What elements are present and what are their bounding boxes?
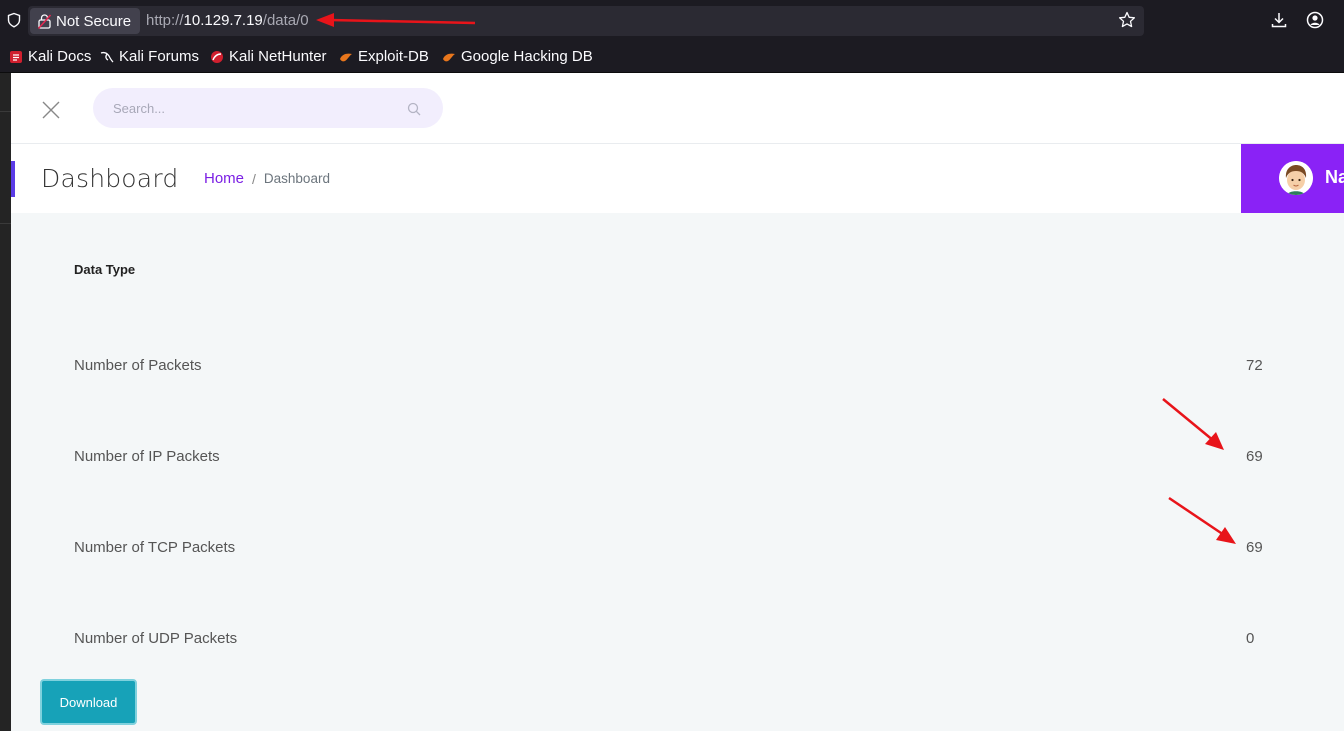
url-host: 10.129.7.19 [183, 12, 263, 29]
sidebar-collapsed [0, 73, 11, 731]
kali-docs-icon [10, 50, 22, 63]
avatar-face-icon [1279, 161, 1313, 195]
table-row-value: 69 [1246, 539, 1263, 556]
nethunter-icon [211, 50, 223, 63]
browser-toolbar: Not Secure http://10.129.7.19/data/0 [0, 0, 1344, 40]
bookmark-label: Google Hacking DB [461, 48, 593, 65]
page-header: Dashboard Home / Dashboard Nathan [11, 144, 1344, 213]
user-menu[interactable]: Nathan [1241, 144, 1344, 213]
bookmark-google-hacking-db[interactable]: Google Hacking DB [442, 48, 593, 65]
bookmarks-bar: Kali Docs Kali Forums Kali NetHunter Exp… [0, 40, 1344, 73]
shield-icon[interactable] [6, 12, 22, 28]
sidebar-divider [0, 223, 11, 224]
table-row-value: 0 [1246, 630, 1255, 647]
not-secure-indicator[interactable]: Not Secure [30, 8, 140, 34]
url-path: /data/0 [262, 12, 309, 29]
table-row-label: Number of Packets [74, 357, 202, 374]
bookmark-label: Kali Forums [119, 48, 200, 65]
kali-dragon-icon [100, 51, 114, 62]
exploit-db-icon [340, 53, 352, 61]
annotation-arrow-icon [1162, 398, 1224, 450]
avatar [1279, 161, 1313, 195]
bookmark-label: Kali Docs [28, 48, 92, 65]
url-scheme: http:// [146, 12, 184, 29]
annotation-arrow-icon [316, 13, 476, 27]
breadcrumb: Home / Dashboard [204, 170, 330, 187]
table-row-label: Number of UDP Packets [74, 630, 238, 647]
downloads-icon[interactable] [1270, 11, 1288, 29]
table-header-data-type: Data Type [74, 262, 136, 277]
search-box [93, 88, 443, 128]
bookmark-label: Exploit-DB [358, 48, 429, 65]
page-title: Dashboard [41, 164, 179, 193]
ghdb-icon [443, 53, 455, 61]
breadcrumb-current: Dashboard [263, 171, 330, 186]
bookmark-kali-nethunter[interactable]: Kali NetHunter [210, 48, 327, 65]
user-name: Nathan [1325, 167, 1344, 187]
breadcrumb-separator: / [252, 170, 256, 187]
table-row-value: 72 [1246, 357, 1263, 374]
bookmark-star-icon[interactable] [1118, 11, 1136, 29]
close-icon[interactable] [41, 100, 61, 120]
bookmark-kali-forums[interactable]: Kali Forums [100, 48, 199, 65]
url-text[interactable]: http://10.129.7.19/data/0 [146, 12, 309, 29]
not-secure-label: Not Secure [56, 12, 132, 30]
breadcrumb-home-link[interactable]: Home [204, 170, 244, 187]
search-icon[interactable] [407, 102, 421, 116]
annotation-arrow-icon [1168, 496, 1236, 544]
app-topbar [11, 73, 1344, 144]
bookmark-exploit-db[interactable]: Exploit-DB [339, 48, 429, 65]
bookmark-label: Kali NetHunter [229, 48, 327, 65]
header-accent-bar [11, 161, 15, 197]
sidebar-divider [0, 111, 11, 112]
download-button[interactable]: Download [40, 679, 137, 725]
search-input[interactable] [93, 88, 393, 128]
account-icon[interactable] [1306, 11, 1324, 29]
table-row-label: Number of IP Packets [74, 448, 220, 465]
broken-lock-icon [38, 13, 51, 29]
table-row-label: Number of TCP Packets [74, 539, 236, 556]
bookmark-kali-docs[interactable]: Kali Docs [9, 48, 91, 65]
table-row-value: 69 [1246, 448, 1263, 465]
